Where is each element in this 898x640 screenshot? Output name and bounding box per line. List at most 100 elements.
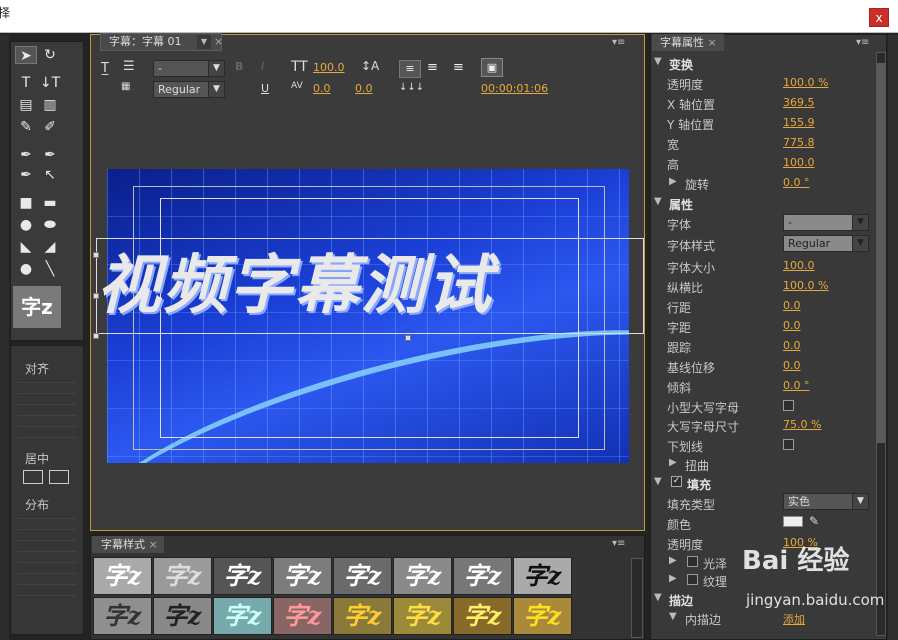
align-right-icon[interactable]: ≡ [453, 60, 464, 75]
distribute-buttons-row[interactable] [17, 518, 77, 530]
style-swatch[interactable]: 字z [273, 557, 332, 595]
font-style-dropdown[interactable]: Regular ▼ [153, 81, 225, 98]
template-icon[interactable]: ▦ [121, 81, 130, 92]
rotation-value[interactable]: 0.0 ° [783, 176, 810, 189]
expand-icon[interactable]: ▶ [669, 555, 677, 566]
align-buttons-row[interactable] [17, 382, 77, 394]
leading-value[interactable]: 0.0 [783, 299, 801, 312]
underline-button[interactable]: U [261, 82, 269, 95]
baseline-value[interactable]: 0.0 [783, 359, 801, 372]
collapse-icon[interactable]: ▼ [669, 611, 677, 622]
font-style-dropdown[interactable]: Regular ▼ [783, 235, 869, 252]
style-swatch[interactable]: 字z [453, 597, 512, 635]
rounded-rectangle-tool-icon[interactable]: ● [15, 216, 37, 234]
text-type-icon[interactable]: T̲ [101, 61, 109, 76]
opacity-value[interactable]: 100.0 % [783, 76, 828, 89]
pen-tool-icon[interactable]: ✒ [15, 146, 37, 164]
style-swatch[interactable]: 字z [333, 557, 392, 595]
tab-dropdown-icon[interactable]: ▼ [197, 35, 211, 49]
small-caps-checkbox[interactable] [783, 400, 794, 411]
vertical-type-tool-icon[interactable]: ↓T [39, 74, 61, 92]
panel-menu-icon[interactable]: ▾≡ [612, 37, 625, 48]
expand-icon[interactable]: ▶ [669, 457, 677, 468]
fill-type-dropdown[interactable]: 实色 ▼ [783, 493, 869, 510]
font-family-dropdown[interactable]: - ▼ [153, 60, 225, 77]
delete-anchor-tool-icon[interactable]: ✒ [39, 146, 61, 164]
align-buttons-row[interactable] [17, 404, 77, 416]
kerning-value[interactable]: 0.0 [313, 82, 331, 95]
convert-anchor-tool-icon[interactable]: ↖ [39, 166, 61, 184]
height-value[interactable]: 100.0 [783, 156, 815, 169]
tracking-value[interactable]: 0.0 [355, 82, 373, 95]
vertical-area-type-tool-icon[interactable]: ▥ [39, 96, 61, 114]
style-swatch[interactable]: 字z [153, 597, 212, 635]
title-panel-tab[interactable]: 字幕：字幕 01 ▼ × [100, 33, 223, 51]
tab-ruler-icon[interactable]: ↓↓↓ [399, 82, 424, 93]
style-swatch[interactable]: 字z [453, 557, 512, 595]
show-video-icon[interactable]: ▣ [481, 58, 503, 77]
style-swatch[interactable]: 字z [513, 557, 572, 595]
eyedropper-icon[interactable]: ✎ [809, 514, 819, 528]
style-swatch[interactable]: 字z [93, 597, 152, 635]
kerning-value[interactable]: 0.0 [783, 319, 801, 332]
aspect-value[interactable]: 100.0 % [783, 279, 828, 292]
style-swatch[interactable]: 字z [213, 557, 272, 595]
style-swatch[interactable]: 字z [393, 597, 452, 635]
path-type-tool-icon[interactable]: ✎ [15, 118, 37, 136]
area-type-tool-icon[interactable]: ▤ [15, 96, 37, 114]
distribute-buttons-row[interactable] [17, 562, 77, 574]
style-swatch[interactable]: 字z [213, 597, 272, 635]
italic-button[interactable]: I [261, 60, 264, 73]
styles-scrollbar[interactable] [631, 558, 643, 638]
align-left-icon[interactable]: ≡ [399, 60, 421, 78]
color-swatch[interactable] [783, 516, 803, 527]
rotation-tool-icon[interactable]: ↻ [39, 46, 61, 64]
collapse-icon[interactable]: ▼ [654, 476, 662, 487]
center-horizontal-button[interactable] [23, 470, 43, 484]
sheen-checkbox[interactable] [687, 556, 698, 567]
fill-checkbox[interactable]: ✓ [671, 476, 682, 487]
vertical-path-type-tool-icon[interactable]: ✐ [39, 118, 61, 136]
x-position-value[interactable]: 369.5 [783, 96, 815, 109]
close-button[interactable]: x [869, 8, 889, 27]
tab-close-icon[interactable]: × [214, 34, 223, 50]
style-swatch[interactable]: 字z [93, 557, 152, 595]
expand-icon[interactable]: ▶ [669, 176, 677, 187]
distribute-buttons-row[interactable] [17, 540, 77, 552]
wedge-tool-icon[interactable]: ◣ [15, 238, 37, 256]
rectangle-tool-icon[interactable]: ■ [15, 194, 37, 212]
properties-panel-tab[interactable]: 字幕属性 × [652, 34, 724, 51]
scrollbar-thumb[interactable] [877, 63, 885, 443]
align-buttons-row[interactable] [17, 426, 77, 438]
style-swatch[interactable]: 字z [273, 597, 332, 635]
align-center-icon[interactable]: ≡ [427, 60, 438, 75]
y-position-value[interactable]: 155.9 [783, 116, 815, 129]
collapse-icon[interactable]: ▼ [654, 196, 662, 207]
bold-button[interactable]: B [235, 60, 243, 73]
style-swatch[interactable]: 字z [333, 597, 392, 635]
selection-tool-icon[interactable]: ➤ [15, 46, 37, 64]
slant-value[interactable]: 0.0 ° [783, 379, 810, 392]
add-anchor-tool-icon[interactable]: ✒ [15, 166, 37, 184]
resize-handle[interactable] [405, 335, 411, 341]
tab-stops-icon[interactable]: ☰ [123, 59, 135, 74]
resize-handle[interactable] [93, 293, 99, 299]
line-tool-icon[interactable]: ╲ [39, 260, 61, 278]
font-size-value[interactable]: 100.0 [783, 259, 815, 272]
timecode-value[interactable]: 00:00:01:06 [481, 82, 548, 95]
tab-close-icon[interactable]: × [149, 538, 158, 551]
style-swatch[interactable]: 字z [513, 597, 572, 635]
clipped-rectangle-tool-icon[interactable]: ▬ [39, 194, 61, 212]
style-swatch[interactable]: 字z [393, 557, 452, 595]
type-tool-icon[interactable]: T [15, 74, 37, 92]
tab-close-icon[interactable]: × [708, 36, 717, 49]
width-value[interactable]: 775.8 [783, 136, 815, 149]
style-swatch[interactable]: 字z [153, 557, 212, 595]
center-vertical-button[interactable] [49, 470, 69, 484]
small-caps-size-value[interactable]: 75.0 % [783, 418, 821, 431]
resize-handle[interactable] [93, 333, 99, 339]
arc-tool-icon[interactable]: ◢ [39, 238, 61, 256]
collapse-icon[interactable]: ▼ [654, 56, 662, 67]
font-dropdown[interactable]: - ▼ [783, 214, 869, 231]
styles-panel-tab[interactable]: 字幕样式 × [92, 536, 164, 553]
